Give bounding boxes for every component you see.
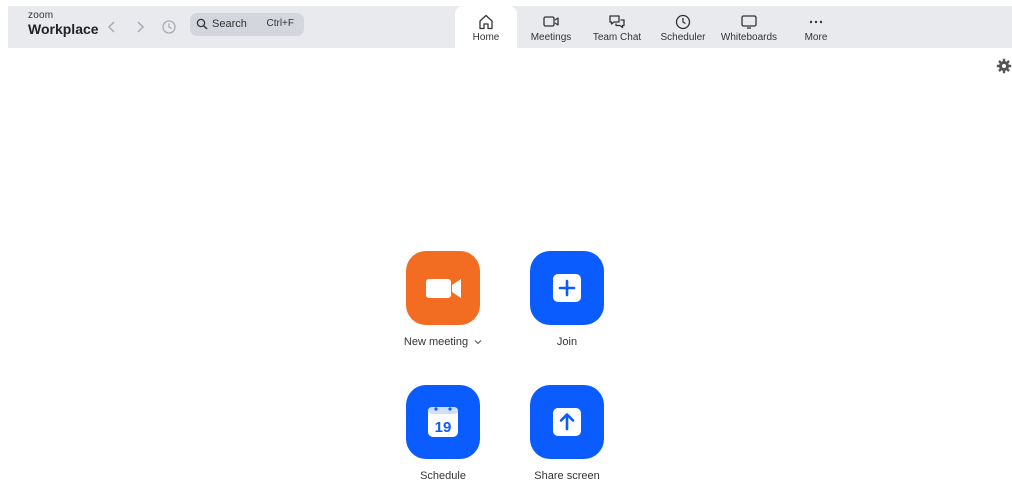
- home-icon: [476, 13, 496, 31]
- plus-icon: [553, 274, 581, 302]
- chevron-down-icon[interactable]: [474, 339, 482, 345]
- tab-scheduler-label: Scheduler: [660, 32, 706, 43]
- settings-button[interactable]: [996, 58, 1012, 74]
- new-meeting-label-row: New meeting: [383, 336, 503, 348]
- share-screen-label: Share screen: [534, 470, 600, 482]
- chevron-left-icon: [107, 21, 115, 33]
- chevron-right-icon: [137, 21, 145, 33]
- video-camera-icon: [426, 279, 461, 298]
- search-box[interactable]: Search Ctrl+F: [190, 13, 304, 36]
- app-logo: zoom Workplace: [28, 10, 99, 37]
- back-button[interactable]: [104, 19, 120, 35]
- tab-more-label: More: [804, 32, 828, 43]
- tab-team-chat[interactable]: Team Chat: [590, 6, 644, 48]
- chat-icon: [607, 13, 627, 31]
- history-icon: [162, 20, 176, 34]
- tab-more[interactable]: More: [798, 6, 834, 48]
- tab-home-label: Home: [472, 32, 500, 43]
- share-screen-button[interactable]: [530, 385, 604, 459]
- new-meeting-label: New meeting: [403, 336, 469, 348]
- gear-icon: [996, 58, 1012, 74]
- tab-home[interactable]: Home: [463, 6, 509, 48]
- more-icon: [806, 13, 826, 31]
- video-icon: [541, 13, 561, 31]
- schedule-label: Schedule: [420, 470, 466, 482]
- history-button[interactable]: [161, 19, 177, 35]
- tab-team-chat-label: Team Chat: [592, 32, 642, 43]
- share-screen-action: Share screen: [507, 385, 627, 482]
- tab-scheduler[interactable]: Scheduler: [657, 6, 709, 48]
- schedule-button[interactable]: 19: [406, 385, 480, 459]
- brand-small: zoom: [28, 10, 54, 21]
- join-button[interactable]: [530, 251, 604, 325]
- brand-title: Workplace: [28, 21, 99, 37]
- search-icon: [196, 18, 208, 30]
- calendar-day: 19: [435, 419, 452, 436]
- tab-meetings[interactable]: Meetings: [526, 6, 576, 48]
- tab-meetings-label: Meetings: [530, 32, 572, 43]
- schedule-action: 19 Schedule: [383, 385, 503, 482]
- tab-whiteboards[interactable]: Whiteboards: [719, 6, 779, 48]
- whiteboard-icon: [739, 13, 759, 31]
- search-label: Search: [212, 18, 247, 30]
- new-meeting-button[interactable]: [406, 251, 480, 325]
- upload-arrow-icon: [553, 408, 581, 436]
- search-shortcut: Ctrl+F: [266, 18, 295, 29]
- join-action: Join: [507, 251, 627, 348]
- tab-whiteboards-label: Whiteboards: [720, 32, 778, 43]
- new-meeting-action: New meeting: [383, 251, 503, 348]
- clock-icon: [673, 13, 693, 31]
- join-label: Join: [556, 336, 578, 348]
- forward-button[interactable]: [132, 19, 148, 35]
- calendar-icon: 19: [428, 407, 458, 437]
